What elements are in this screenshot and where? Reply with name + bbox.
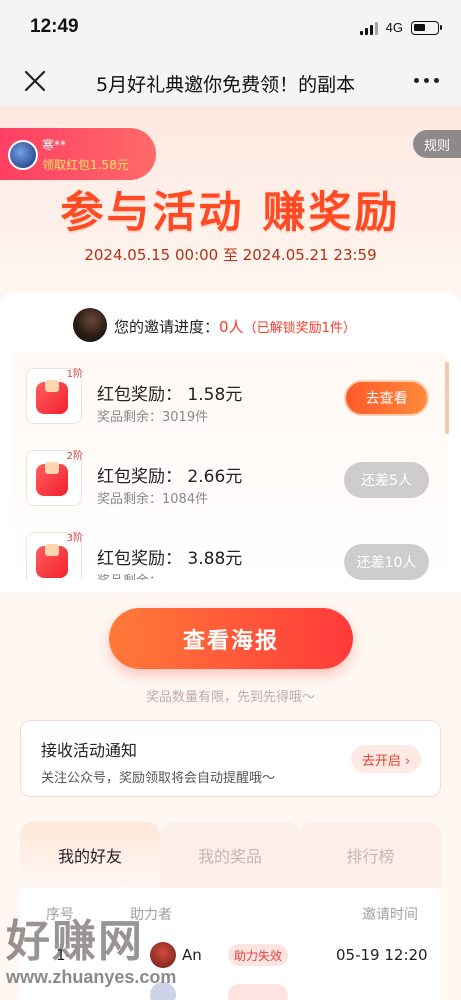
- user-reward-text: 领取红包1.58元: [42, 158, 129, 172]
- avatar: [8, 140, 38, 170]
- nav-bar: 5月好礼典邀你免费领！的副本: [0, 56, 461, 106]
- tab-my-friends[interactable]: 我的好友: [20, 822, 160, 888]
- reward-stock: 奖品剩余：3019件: [97, 410, 209, 425]
- scrollbar[interactable]: [445, 362, 449, 434]
- reward-stock: 奖品剩余：: [97, 570, 162, 580]
- notify-card: 接收活动通知 关注公众号，奖励领取将会自动提醒哦～ 去开启 ›: [20, 720, 441, 797]
- red-packet-icon: 3阶: [26, 532, 83, 580]
- notify-description: 关注公众号，奖励领取将会自动提醒哦～: [41, 771, 276, 786]
- reward-locked-button[interactable]: 还差5人: [344, 462, 429, 498]
- close-icon[interactable]: [22, 68, 48, 94]
- hero-title: 参与活动 赚奖励: [60, 188, 401, 238]
- status-badge: [228, 984, 288, 1000]
- reward-locked-button[interactable]: 还差10人: [344, 544, 429, 580]
- reward-item: 2阶 红包奖励： 2.66元 奖品剩余：1084件 还差5人: [12, 434, 449, 516]
- watermark-url: www.zhuanyes.com: [6, 967, 177, 987]
- tab-my-prizes[interactable]: 我的奖品: [160, 822, 300, 888]
- invite-count: 0人: [219, 318, 244, 336]
- invite-progress: 您的邀请进度：0人（已解锁奖励1件）: [114, 316, 356, 337]
- watermark: 好赚网 www.zhuanyes.com: [6, 905, 206, 997]
- reward-list[interactable]: 1阶 红包奖励： 1.58元 奖品剩余：3019件 去查看 2阶 红包奖励： 2…: [12, 352, 449, 580]
- reward-name: 红包奖励： 1.58元: [97, 385, 243, 405]
- rules-button[interactable]: 规则: [413, 130, 461, 158]
- limit-note: 奖品数量有限，先到先得哦～: [145, 690, 315, 705]
- page-title: 5月好礼典邀你免费领！的副本: [96, 74, 356, 96]
- invite-unlocked: （已解锁奖励1件）: [243, 321, 356, 336]
- reward-tier: 1阶: [66, 369, 83, 380]
- reward-name: 红包奖励： 2.66元: [97, 467, 243, 487]
- status-badge: 助力失效: [228, 944, 288, 966]
- tab-bar: 我的好友 我的奖品 排行榜: [20, 822, 441, 888]
- red-packet-icon: 1阶: [26, 368, 83, 424]
- view-reward-button[interactable]: 去查看: [344, 380, 429, 416]
- column-header-time: 邀请时间: [362, 907, 418, 923]
- reward-tier: 3阶: [66, 533, 83, 544]
- reward-name: 红包奖励： 3.88元: [97, 549, 243, 569]
- network-type: 4G: [385, 20, 403, 35]
- user-name: 寒**: [42, 138, 67, 152]
- watermark-logo: 好赚网: [6, 916, 144, 967]
- user-reward-pill[interactable]: 寒** 领取红包1.58元: [0, 128, 156, 180]
- notify-title: 接收活动通知: [41, 741, 138, 760]
- enable-notify-button[interactable]: 去开启 ›: [351, 745, 421, 773]
- tab-leaderboard[interactable]: 排行榜: [300, 822, 441, 888]
- reward-tier: 2阶: [66, 451, 83, 462]
- more-icon[interactable]: [414, 78, 439, 83]
- reward-item: 1阶 红包奖励： 1.58元 奖品剩余：3019件 去查看: [12, 352, 449, 434]
- battery-icon: [411, 20, 442, 35]
- avatar: [73, 308, 107, 342]
- status-bar: 12:49 4G: [0, 0, 461, 56]
- red-packet-icon: 2阶: [26, 450, 83, 506]
- reward-stock: 奖品剩余：1084件: [97, 492, 209, 507]
- signal-icon: [359, 21, 378, 35]
- status-indicators: 4G: [359, 20, 442, 35]
- status-time: 12:49: [30, 16, 79, 37]
- row-invite-time: 05-19 12:20: [336, 946, 428, 964]
- invite-progress-label: 您的邀请进度：: [114, 318, 220, 336]
- reward-item: 3阶 红包奖励： 3.88元 奖品剩余： 还差10人: [12, 516, 449, 580]
- view-poster-button[interactable]: 查看海报: [109, 608, 353, 669]
- activity-date-range: 2024.05.15 00:00 至 2024.05.21 23:59: [84, 246, 377, 264]
